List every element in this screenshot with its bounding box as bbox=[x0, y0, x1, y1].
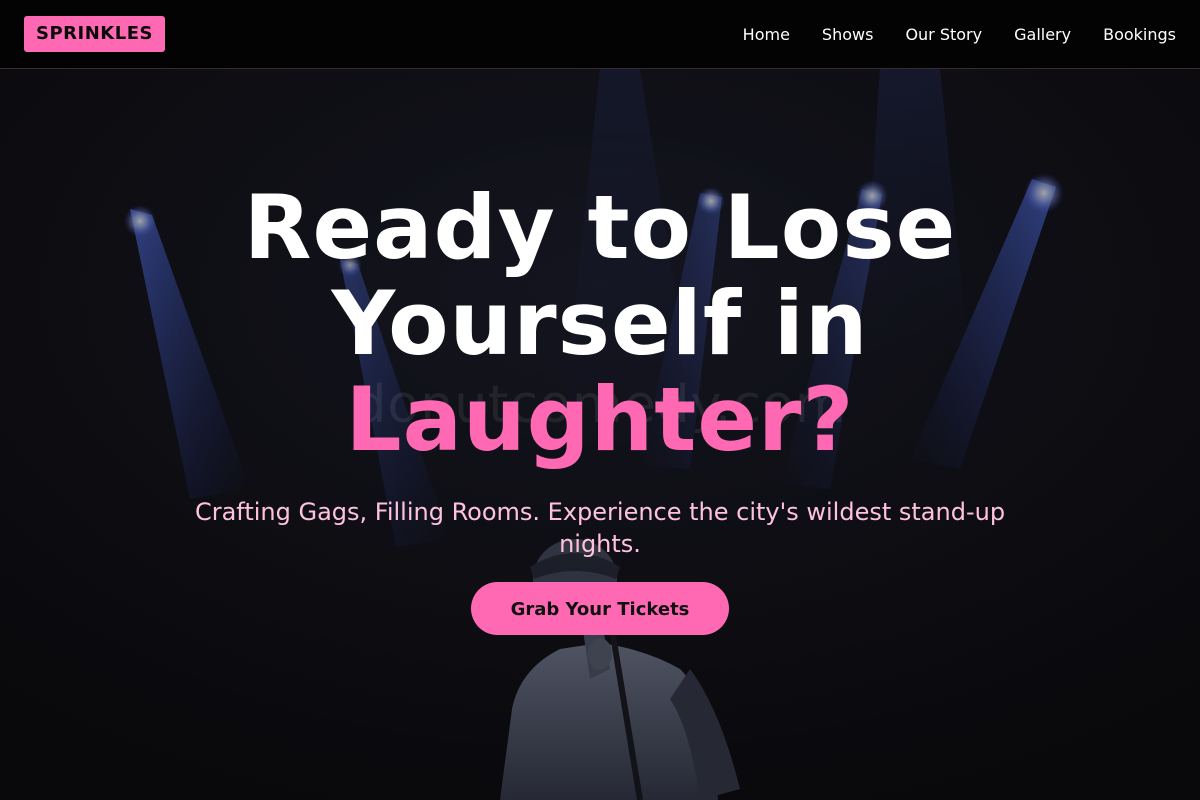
nav-link-home[interactable]: Home bbox=[743, 25, 790, 44]
grab-tickets-button[interactable]: Grab Your Tickets bbox=[471, 582, 729, 635]
hero-section: donutcomedy.com Ready to Lose Yourself i… bbox=[0, 69, 1200, 800]
nav-link-our-story[interactable]: Our Story bbox=[905, 25, 982, 44]
nav-link-gallery[interactable]: Gallery bbox=[1014, 25, 1071, 44]
logo[interactable]: SPRINKLES bbox=[24, 16, 165, 52]
hero-content: Ready to Lose Yourself in Laughter? Craf… bbox=[0, 180, 1200, 635]
navbar: SPRINKLES Home Shows Our Story Gallery B… bbox=[0, 0, 1200, 69]
nav-links: Home Shows Our Story Gallery Bookings bbox=[743, 0, 1176, 68]
hero-headline: Ready to Lose Yourself in Laughter? bbox=[0, 180, 1200, 468]
page: SPRINKLES Home Shows Our Story Gallery B… bbox=[0, 0, 1200, 800]
headline-line-2: Yourself in bbox=[331, 272, 869, 375]
hero-subtitle: Crafting Gags, Filling Rooms. Experience… bbox=[194, 498, 1006, 558]
headline-line-1: Ready to Lose bbox=[243, 176, 957, 279]
nav-link-bookings[interactable]: Bookings bbox=[1103, 25, 1176, 44]
nav-link-shows[interactable]: Shows bbox=[822, 25, 874, 44]
headline-accent: Laughter? bbox=[345, 368, 855, 471]
